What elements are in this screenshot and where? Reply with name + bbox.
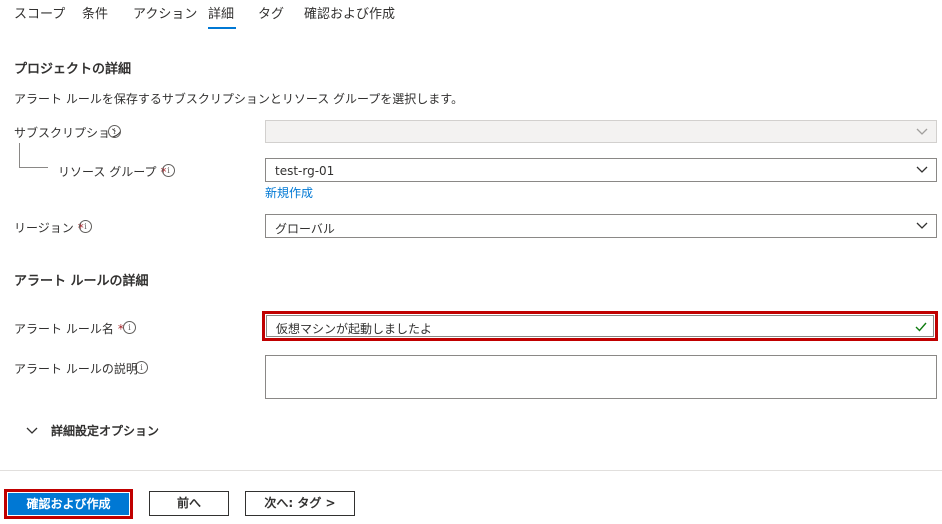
previous-button[interactable]: 前へ: [149, 491, 229, 516]
create-new-resource-group-link[interactable]: 新規作成: [265, 184, 313, 201]
chevron-down-icon: [916, 166, 928, 173]
project-details-heading: プロジェクトの詳細: [14, 62, 132, 77]
alert-rule-name-label: アラート ルール名 *: [14, 322, 124, 336]
advanced-options-label: 詳細設定オプション: [51, 424, 160, 438]
info-icon[interactable]: i: [162, 164, 175, 177]
info-icon[interactable]: i: [123, 321, 136, 334]
tab-conditions[interactable]: 条件: [82, 3, 108, 22]
alert-rule-description-textarea[interactable]: [265, 355, 937, 399]
next-tags-button[interactable]: 次へ: タグ >: [245, 491, 355, 516]
info-icon[interactable]: i: [108, 125, 121, 138]
tab-details[interactable]: 詳細: [208, 3, 234, 22]
tab-actions[interactable]: アクション: [133, 3, 197, 22]
tree-connector: [19, 143, 48, 168]
tab-tags[interactable]: タグ: [258, 3, 284, 22]
chevron-down-icon: [26, 427, 38, 434]
region-label: リージョン *: [14, 221, 84, 235]
subscription-label: サブスクリプション: [14, 126, 123, 140]
alert-rule-details-heading: アラート ルールの詳細: [14, 274, 149, 289]
footer-divider: [0, 470, 942, 471]
info-icon[interactable]: i: [135, 361, 148, 374]
region-dropdown[interactable]: グローバル: [265, 214, 937, 238]
resource-group-dropdown[interactable]: test-rg-01: [265, 158, 937, 182]
resource-group-label: リソース グループ *: [58, 165, 167, 179]
project-details-description: アラート ルールを保存するサブスクリプションとリソース グループを選択します。: [14, 92, 464, 106]
alert-rule-name-input[interactable]: 仮想マシンが起動しましたよ: [266, 315, 934, 337]
checkmark-icon: [915, 322, 927, 332]
tab-scope[interactable]: スコープ: [14, 3, 65, 22]
chevron-down-icon: [916, 222, 928, 229]
subscription-dropdown[interactable]: [265, 120, 937, 143]
alert-rule-description-label: アラート ルールの説明: [14, 362, 138, 376]
chevron-down-icon: [916, 128, 928, 135]
active-tab-indicator: [208, 27, 236, 29]
info-icon[interactable]: i: [79, 220, 92, 233]
tab-review-create[interactable]: 確認および作成: [304, 3, 395, 22]
review-create-button[interactable]: 確認および作成: [8, 493, 129, 515]
